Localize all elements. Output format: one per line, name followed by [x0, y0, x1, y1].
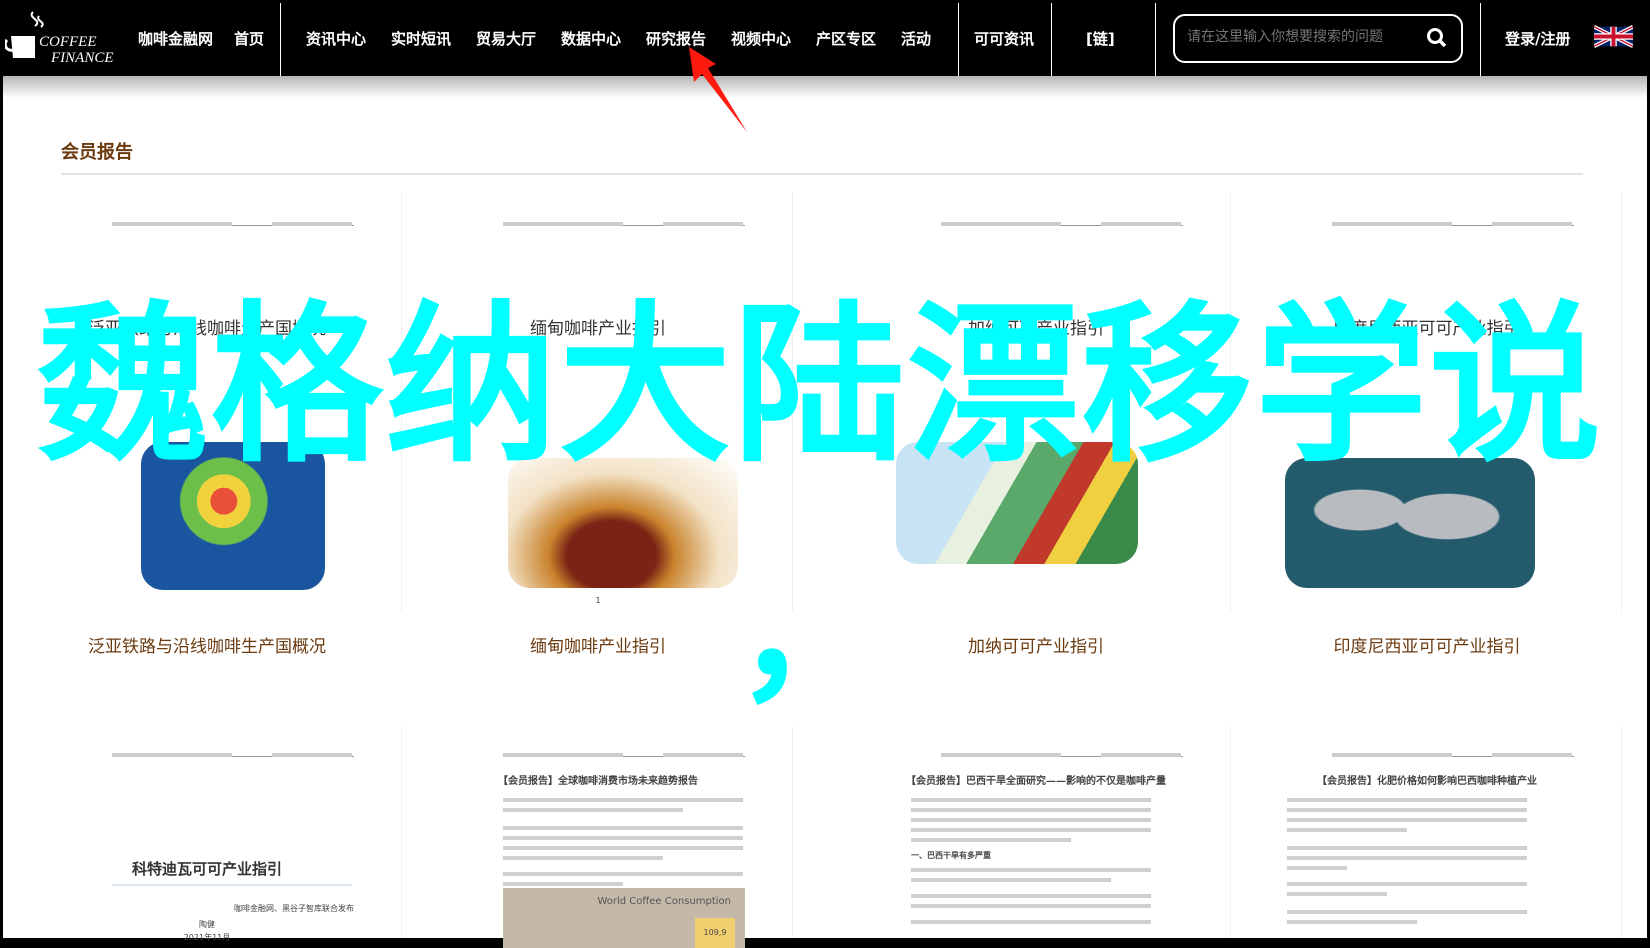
report-card[interactable]: 【会员报告】化肥价格如何影响巴西咖啡种植产业 [1232, 726, 1622, 938]
nav-events[interactable]: 活动 [901, 28, 931, 49]
card-title[interactable]: 泛亚铁路与沿线咖啡生产国概况 [12, 632, 402, 657]
login-register-link[interactable]: 登录/注册 [1505, 28, 1570, 49]
doc-thumbnail: 印度尼西亚可可产业指引 [1232, 192, 1622, 612]
report-card[interactable]: 泛亚铁路与沿线咖啡生产国概况 泛亚铁路与沿线咖啡生产国概况 [12, 192, 402, 657]
doc-header [112, 753, 354, 757]
doc-publisher: 咖啡金融网、黑谷子智库联合发布 [234, 904, 354, 913]
main-content: 会员报告 泛亚铁路与沿线咖啡生产国概况 泛亚铁路与沿线咖啡生产国概况 缅甸咖啡产… [3, 76, 1647, 948]
doc-title: 【会员报告】化肥价格如何影响巴西咖啡种植产业 [1317, 776, 1537, 787]
coffee-finance-logo[interactable]: COFFEE FINANCE [3, 8, 123, 68]
search-icon[interactable] [1425, 26, 1449, 50]
doc-thumbnail: 【会员报告】全球咖啡消费市场未来趋势报告 World Coffee Consum… [403, 726, 793, 948]
coffee-beans-image [508, 458, 738, 588]
nav-divider [280, 3, 281, 76]
doc-title: 加纳可可产业指引 [968, 319, 1104, 339]
doc-date: 2021年11月 [183, 933, 231, 942]
nav-flash-news[interactable]: 实时短讯 [391, 28, 451, 49]
nav-home[interactable]: 首页 [234, 28, 264, 49]
doc-header [503, 753, 745, 757]
coffee-consumption-chart: World Coffee Consumption 109,9 [503, 888, 745, 948]
doc-thumbnail: 科特迪瓦可可产业指引 咖啡金融网、黑谷子智库联合发布 陶健 2021年11月 [12, 726, 402, 942]
chart-title: World Coffee Consumption [597, 896, 731, 907]
doc-thumbnail: 加纳可可产业指引 [841, 192, 1231, 612]
svg-text:COFFEE: COFFEE [39, 34, 97, 50]
chart-bar-value: 109,9 [695, 918, 735, 948]
doc-title: 【会员报告】全球咖啡消费市场未来趋势报告 [498, 776, 698, 787]
nav-shadow [3, 76, 1647, 98]
nav-origin-zone[interactable]: 产区专区 [816, 28, 876, 49]
southeast-asia-map-image [141, 442, 325, 590]
doc-header [941, 222, 1183, 226]
card-title[interactable]: 加纳可可产业指引 [841, 632, 1231, 657]
nav-divider [958, 3, 959, 76]
doc-title: 科特迪瓦可可产业指引 [131, 860, 282, 878]
red-arrow-annotation [689, 47, 747, 132]
doc-author: 陶健 [199, 920, 215, 929]
doc-header [941, 753, 1183, 757]
section-title: 会员报告 [61, 142, 133, 163]
doc-header [1332, 753, 1574, 757]
world-map-image [1285, 458, 1535, 588]
doc-header [112, 222, 354, 226]
site-name-link[interactable]: 咖啡金融网 [138, 28, 213, 49]
doc-title-rule [112, 884, 352, 886]
doc-title: 印度尼西亚可可产业指引 [1333, 319, 1521, 339]
doc-thumbnail: 【会员报告】化肥价格如何影响巴西咖啡种植产业 [1232, 726, 1622, 938]
section-divider [61, 173, 1583, 175]
doc-header [503, 222, 745, 226]
nav-cocoa-news[interactable]: 可可资讯 [974, 28, 1034, 49]
card-title[interactable]: 印度尼西亚可可产业指引 [1232, 632, 1622, 657]
report-card[interactable]: 【会员报告】巴西干旱全面研究——影响的不仅是咖啡产量 一、巴西干旱有多严重 [841, 726, 1231, 938]
nav-trade-hall[interactable]: 贸易大厅 [476, 28, 536, 49]
overlay-comma: ， [735, 548, 886, 722]
nav-links[interactable]: [链] [1086, 28, 1115, 49]
top-nav: COFFEE FINANCE 咖啡金融网 首页 资讯中心 实时短讯 贸易大厅 数据… [0, 0, 1650, 76]
doc-title: 泛亚铁路与沿线咖啡生产国概况 [88, 319, 326, 339]
search-box [1173, 14, 1463, 63]
nav-divider [1051, 3, 1052, 76]
nav-news-center[interactable]: 资讯中心 [306, 28, 366, 49]
report-card[interactable]: 【会员报告】全球咖啡消费市场未来趋势报告 World Coffee Consum… [403, 726, 793, 948]
doc-thumbnail: 【会员报告】巴西干旱全面研究——影响的不仅是咖啡产量 一、巴西干旱有多严重 [841, 726, 1231, 938]
nav-divider [1480, 3, 1481, 76]
doc-title: 缅甸咖啡产业指引 [530, 319, 666, 339]
nav-data-center[interactable]: 数据中心 [561, 28, 621, 49]
report-card[interactable]: 科特迪瓦可可产业指引 咖啡金融网、黑谷子智库联合发布 陶健 2021年11月 [12, 726, 402, 942]
svg-text:FINANCE: FINANCE [50, 50, 114, 66]
uk-flag-icon[interactable] [1594, 24, 1633, 49]
report-card[interactable]: 加纳可可产业指引 加纳可可产业指引 [841, 192, 1231, 657]
nav-divider [1155, 3, 1156, 76]
doc-thumbnail: 泛亚铁路与沿线咖啡生产国概况 [12, 192, 402, 612]
report-card[interactable]: 印度尼西亚可可产业指引 印度尼西亚可可产业指引 [1232, 192, 1622, 657]
doc-header [1332, 222, 1574, 226]
west-africa-map-image [896, 442, 1138, 564]
doc-title: 【会员报告】巴西干旱全面研究——影响的不仅是咖啡产量 [906, 776, 1166, 787]
search-input[interactable] [1187, 28, 1417, 44]
